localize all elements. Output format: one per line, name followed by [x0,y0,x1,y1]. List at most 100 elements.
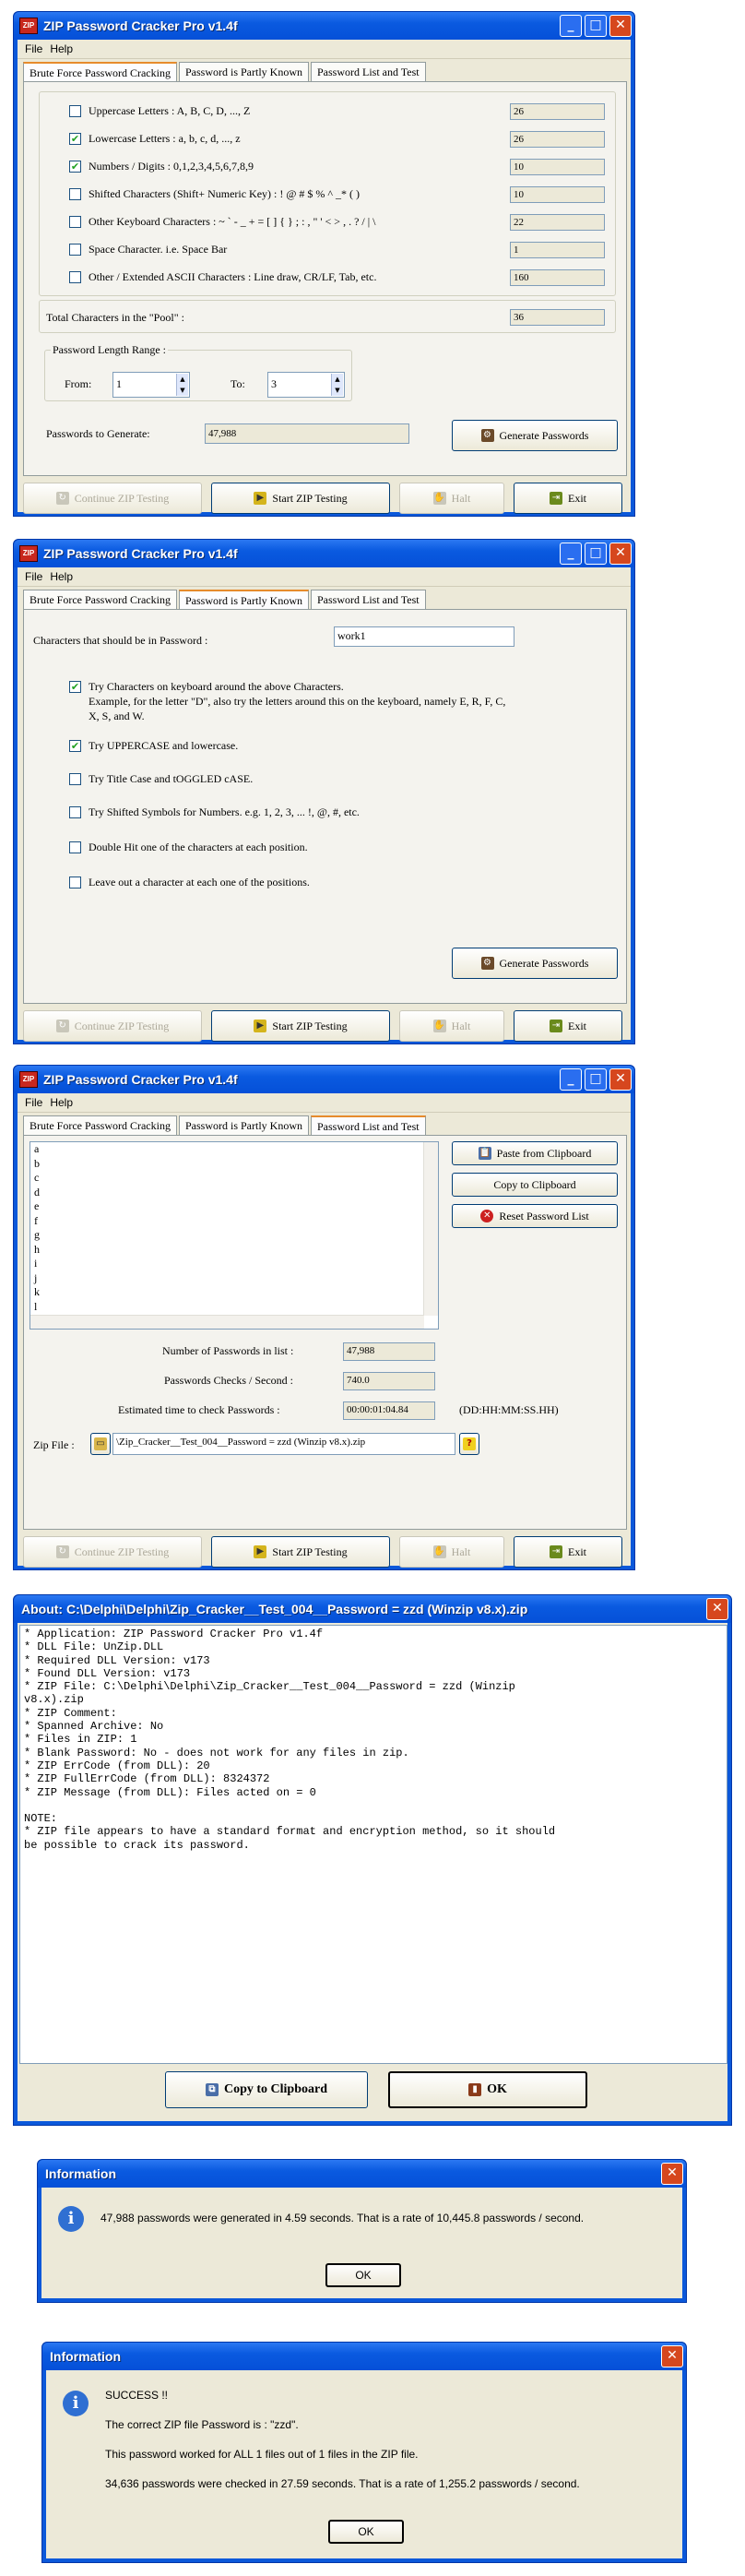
files-line: This password worked for ALL 1 files out… [105,2448,419,2461]
close-icon[interactable]: ✕ [609,15,632,37]
list-item[interactable]: k [30,1285,438,1300]
checkbox-space[interactable] [69,244,81,256]
continue-zip-testing-button[interactable]: ↻ Continue ZIP Testing [23,1536,202,1568]
label-double-hit: Double Hit one of the characters at each… [89,841,308,853]
tab-password-list[interactable]: Password List and Test [311,62,426,82]
checkbox-other-keyboard[interactable] [69,216,81,228]
password-line: The correct ZIP file Password is : "zzd"… [105,2418,299,2431]
checkbox-uppercase[interactable] [69,105,81,117]
close-icon[interactable]: ✕ [661,2163,683,2185]
title-bar[interactable]: Information ✕ [42,2343,686,2370]
menu-file[interactable]: File [25,570,42,583]
list-item[interactable]: a [30,1142,438,1157]
title-bar[interactable]: About: C:\Delphi\Delphi\Zip_Cracker__Tes… [14,1595,731,1623]
minimize-icon[interactable]: _ [560,543,582,565]
menu-file[interactable]: File [25,1096,42,1109]
close-icon[interactable]: ✕ [706,1598,728,1620]
password-list[interactable]: a b c d e f g h i j k l [30,1141,439,1330]
from-spinner[interactable]: 1 ▲ ▼ [112,372,190,398]
minimize-icon[interactable]: _ [560,15,582,37]
checkbox-extended-ascii[interactable] [69,271,81,283]
tab-brute-force[interactable]: Brute Force Password Cracking [23,62,177,83]
tab-partly-known[interactable]: Password is Partly Known [178,62,309,82]
tab-partly-known[interactable]: Password is Partly Known [178,1115,309,1136]
checkbox-upper-lower[interactable]: ✔ [69,740,81,752]
checkbox-lowercase[interactable]: ✔ [69,133,81,145]
to-spinner[interactable]: 3 ▲ ▼ [267,372,345,398]
start-zip-testing-button[interactable]: ▶ Start ZIP Testing [211,1010,390,1042]
checkbox-double-hit[interactable] [69,841,81,853]
halt-button[interactable]: ✋ Halt [399,483,504,514]
list-item[interactable]: j [30,1271,438,1286]
tab-partly-known[interactable]: Password is Partly Known [178,590,309,611]
menu-help[interactable]: Help [50,42,73,55]
continue-icon: ↻ [55,492,69,505]
checkbox-title-toggled[interactable] [69,773,81,785]
list-item[interactable]: f [30,1214,438,1229]
zip-file-label: Zip File : [33,1438,75,1451]
chars-input[interactable]: work1 [334,626,514,647]
maximize-icon[interactable]: □ [585,543,607,565]
copy-to-clipboard-button[interactable]: Copy to Clipboard [452,1173,618,1197]
title-bar[interactable]: ZIP ZIP Password Cracker Pro v1.4f _ □ ✕ [14,540,634,567]
spinner-arrows-icon[interactable]: ▲ ▼ [331,374,343,396]
tab-password-list[interactable]: Password List and Test [311,1115,426,1137]
exit-button[interactable]: ⇥ Exit [514,483,622,514]
close-icon[interactable]: ✕ [609,1068,632,1091]
checkbox-shifted-symbols[interactable] [69,806,81,818]
continue-zip-testing-button[interactable]: ↻ Continue ZIP Testing [23,1010,202,1042]
paste-from-clipboard-button[interactable]: 📋 Paste from Clipboard [452,1141,618,1165]
help-button[interactable]: ? [459,1433,479,1455]
menu-file[interactable]: File [25,42,42,55]
list-item[interactable]: i [30,1257,438,1271]
halt-button[interactable]: ✋ Halt [399,1010,504,1042]
list-item[interactable]: l [30,1300,438,1315]
start-zip-testing-button[interactable]: ▶ Start ZIP Testing [211,483,390,514]
minimize-icon[interactable]: _ [560,1068,582,1091]
exit-button[interactable]: ⇥ Exit [514,1010,622,1042]
continue-zip-testing-button[interactable]: ↻ Continue ZIP Testing [23,483,202,514]
maximize-icon[interactable]: □ [585,15,607,37]
list-item[interactable]: g [30,1228,438,1243]
generate-passwords-button[interactable]: ⚙ Generate Passwords [452,420,618,451]
list-item[interactable]: c [30,1171,438,1186]
checkbox-keyboard-around[interactable]: ✔ [69,681,81,693]
info-ok-button[interactable]: OK [328,2520,404,2544]
list-item[interactable]: e [30,1199,438,1214]
zip-file-path[interactable]: \Zip_Cracker__Test_004__Password = zzd (… [112,1433,455,1455]
tab-brute-force[interactable]: Brute Force Password Cracking [23,1115,177,1136]
title-bar[interactable]: ZIP ZIP Password Cracker Pro v1.4f _ □ ✕ [14,1066,634,1093]
app-icon: ZIP [19,1071,38,1088]
to-value: 3 [271,377,277,390]
vertical-scrollbar[interactable] [423,1142,438,1316]
close-icon[interactable]: ✕ [661,2345,683,2367]
list-item[interactable]: b [30,1157,438,1172]
label-other-keyboard: Other Keyboard Characters : ~ ` - _ + = … [89,215,376,228]
menu-help[interactable]: Help [50,570,73,583]
title-bar[interactable]: ZIP ZIP Password Cracker Pro v1.4f _ □ ✕ [14,12,634,40]
generate-passwords-button[interactable]: ⚙ Generate Passwords [452,948,618,979]
horizontal-scrollbar[interactable] [30,1315,424,1329]
menu-help[interactable]: Help [50,1096,73,1109]
checkbox-numbers[interactable]: ✔ [69,161,81,173]
halt-button[interactable]: ✋ Halt [399,1536,504,1568]
checkbox-shifted[interactable] [69,188,81,200]
about-copy-button[interactable]: ⧉ Copy to Clipboard [165,2071,368,2108]
reset-password-list-button[interactable]: ✕ Reset Password List [452,1204,618,1228]
title-bar[interactable]: Information ✕ [38,2160,686,2188]
window-client: i 47,988 passwords were generated in 4.5… [41,2188,682,2298]
tab-brute-force[interactable]: Brute Force Password Cracking [23,590,177,610]
maximize-icon[interactable]: □ [585,1068,607,1091]
checkbox-leave-out[interactable] [69,877,81,888]
about-text[interactable]: * Application: ZIP Password Cracker Pro … [19,1625,727,2064]
start-zip-testing-button[interactable]: ▶ Start ZIP Testing [211,1536,390,1568]
about-ok-button[interactable]: ▮ OK [388,2071,587,2108]
info-ok-button[interactable]: OK [325,2263,401,2287]
tab-password-list[interactable]: Password List and Test [311,590,426,610]
exit-button[interactable]: ⇥ Exit [514,1536,622,1568]
spinner-arrows-icon[interactable]: ▲ ▼ [176,374,188,396]
open-folder-button[interactable]: ▭ [90,1433,111,1455]
list-item[interactable]: h [30,1243,438,1258]
close-icon[interactable]: ✕ [609,543,632,565]
list-item[interactable]: d [30,1186,438,1200]
